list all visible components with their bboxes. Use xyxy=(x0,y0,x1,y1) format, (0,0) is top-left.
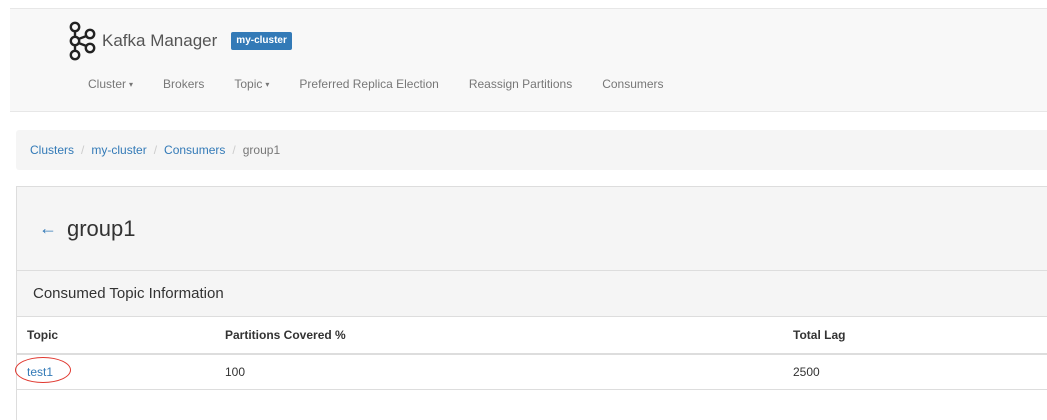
breadcrumb-current: group1 xyxy=(242,143,281,157)
panel-title-bar: ← group1 xyxy=(17,187,1047,271)
app-name[interactable]: Kafka Manager xyxy=(102,31,217,51)
nav-menu: Cluster ▾ Brokers Topic ▾ Preferred Replic… xyxy=(88,77,694,91)
nav-item-label: Brokers xyxy=(163,77,205,91)
breadcrumb-clusters[interactable]: Clusters xyxy=(30,143,74,157)
consumed-topics-table: Topic Partitions Covered % Total Lag tes… xyxy=(15,317,1047,390)
topic-link-wrapper: test1 xyxy=(15,357,71,383)
nav-item-label: Topic xyxy=(234,77,263,91)
consumer-panel: ← group1 Consumed Topic Information Topi… xyxy=(15,186,1047,420)
nav-item-label: Reassign Partitions xyxy=(468,77,573,91)
nav-item-label: Consumers xyxy=(602,77,664,91)
kafka-logo-icon xyxy=(69,21,96,61)
column-header-total-lag: Total Lag xyxy=(783,317,1047,355)
topic-link[interactable]: test1 xyxy=(27,365,53,379)
column-header-partitions-covered: Partitions Covered % xyxy=(215,317,783,355)
breadcrumb: Clusters / my-cluster / Consumers / grou… xyxy=(16,130,1047,170)
nav-item-brokers[interactable]: Brokers xyxy=(163,77,204,91)
breadcrumb-separator: / xyxy=(81,143,85,157)
nav-item-consumers[interactable]: Consumers xyxy=(602,77,663,91)
nav-item-label: Preferred Replica Election xyxy=(299,77,439,91)
caret-down-icon: ▾ xyxy=(265,80,270,90)
cell-partitions-covered: 100 xyxy=(215,354,783,390)
nav-item-label: Cluster xyxy=(88,77,127,91)
breadcrumb-separator: / xyxy=(232,143,236,157)
page-title: group1 xyxy=(67,215,136,241)
nav-item-reassign-partitions[interactable]: Reassign Partitions xyxy=(469,77,572,91)
left-arrow-icon[interactable]: ← xyxy=(39,218,57,239)
brand[interactable]: Kafka Manager my-cluster xyxy=(66,21,292,61)
cluster-badge: my-cluster xyxy=(231,32,292,50)
breadcrumb-consumers[interactable]: Consumers xyxy=(164,143,225,157)
top-navbar: Kafka Manager my-cluster Cluster ▾ Broker… xyxy=(10,8,1047,112)
nav-item-cluster[interactable]: Cluster ▾ xyxy=(88,77,133,91)
cell-topic: test1 xyxy=(15,354,215,390)
section-header: Consumed Topic Information xyxy=(17,271,1047,317)
table-header-row: Topic Partitions Covered % Total Lag xyxy=(17,317,1047,355)
column-header-topic: Topic xyxy=(17,317,215,355)
breadcrumb-cluster[interactable]: my-cluster xyxy=(91,143,146,157)
breadcrumb-separator: / xyxy=(153,143,158,157)
cell-total-lag: 2500 xyxy=(783,354,1047,390)
caret-down-icon: ▾ xyxy=(129,80,134,90)
nav-item-topic[interactable]: Topic ▾ xyxy=(234,77,269,91)
nav-item-preferred-replica-election[interactable]: Preferred Replica Election xyxy=(299,77,438,91)
table-row: test1 100 2500 xyxy=(15,354,1047,390)
